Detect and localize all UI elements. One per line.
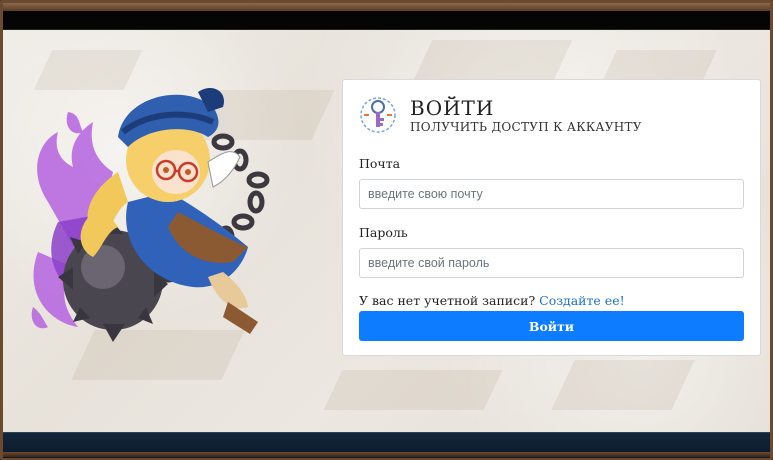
key-icon bbox=[360, 97, 396, 133]
mascot-illustration bbox=[31, 87, 270, 342]
bottom-frame-edge bbox=[3, 452, 770, 457]
email-field[interactable] bbox=[359, 179, 744, 209]
login-title: ВОЙТИ bbox=[410, 96, 495, 120]
signup-prompt: У вас нет учетной записи? Создайте ее! bbox=[359, 293, 625, 308]
password-field[interactable] bbox=[359, 248, 744, 278]
password-label: Пароль bbox=[359, 225, 408, 240]
login-button[interactable]: Войти bbox=[359, 311, 744, 341]
login-card: ВОЙТИ ПОЛУЧИТЬ ДОСТУП К АККАУНТУ Почта П… bbox=[342, 79, 761, 356]
top-frame-bar bbox=[3, 3, 770, 11]
email-label: Почта bbox=[359, 156, 401, 171]
signup-link[interactable]: Создайте ее! bbox=[539, 293, 625, 308]
top-header-strip bbox=[3, 11, 770, 30]
login-subtitle: ПОЛУЧИТЬ ДОСТУП К АККАУНТУ bbox=[410, 120, 642, 134]
no-account-text: У вас нет учетной записи? bbox=[359, 293, 540, 308]
